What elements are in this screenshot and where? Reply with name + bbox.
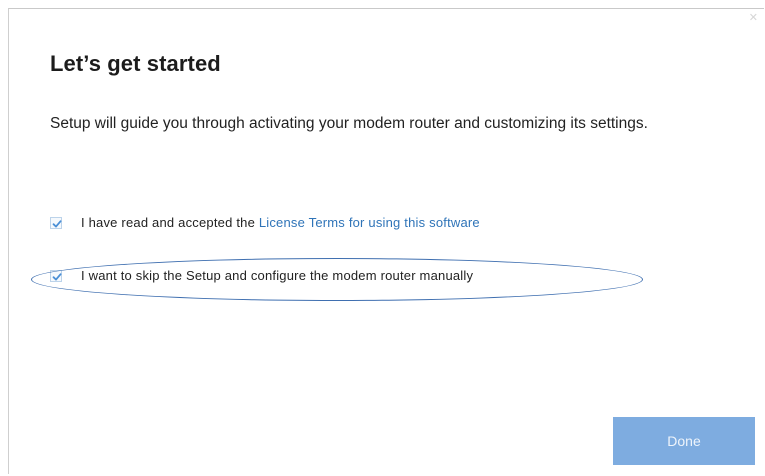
corner-mark-icon: ✕ [748, 12, 758, 24]
license-checkbox[interactable] [50, 216, 62, 229]
license-option: I have read and accepted the License Ter… [50, 215, 480, 230]
page-title: Let’s get started [50, 51, 221, 76]
intro-text: Setup will guide you through activating … [50, 115, 648, 132]
checkmark-icon [52, 219, 62, 227]
skip-setup-option: I want to skip the Setup and configure t… [50, 268, 473, 283]
license-terms-link[interactable]: License Terms for using this software [259, 215, 480, 230]
license-label: I have read and accepted the License Ter… [81, 215, 480, 230]
license-prefix: I have read and accepted the [81, 215, 259, 230]
done-button[interactable]: Done [613, 417, 755, 465]
skip-setup-label: I want to skip the Setup and configure t… [81, 268, 474, 283]
setup-dialog: ✕ Let’s get started Setup will guide you… [8, 8, 764, 474]
checkmark-icon [52, 272, 62, 280]
skip-setup-checkbox[interactable] [50, 269, 62, 282]
